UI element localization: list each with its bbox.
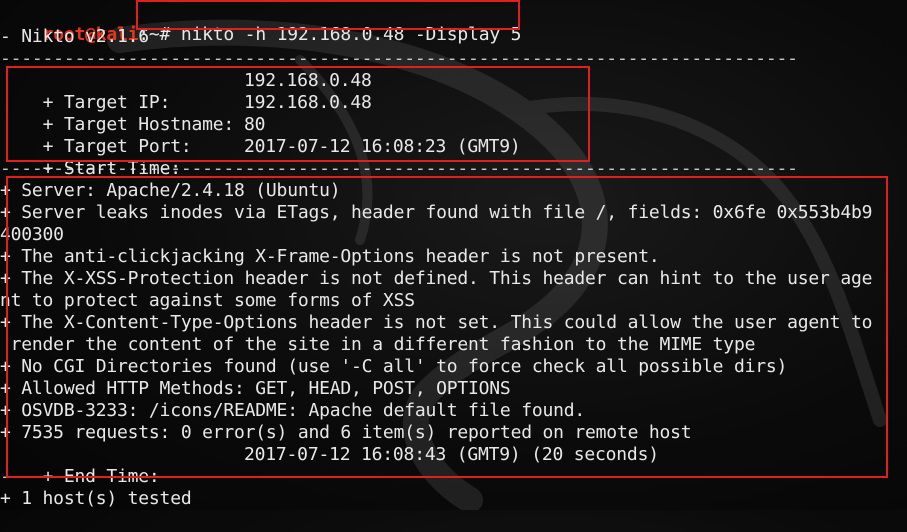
finding-line: 400300 (0, 224, 64, 245)
finding-line: + The X-Content-Type-Options header is n… (0, 312, 873, 333)
finding-line: nt to protect against some forms of XSS (0, 290, 415, 311)
finding-line: + OSVDB-3233: /icons/README: Apache defa… (0, 400, 586, 421)
start-time-row: + Start Time: 2017-07-12 16:08:23 (GMT9) (0, 136, 600, 179)
target-port-row: + Target Port: 80 (0, 114, 600, 157)
finding-line: + No CGI Directories found (use '-C all'… (0, 356, 788, 377)
separator-line: ----------------------------------------… (0, 466, 798, 487)
finding-line: + Allowed HTTP Methods: GET, HEAD, POST,… (0, 378, 511, 399)
end-time-value: 2017-07-12 16:08:43 (GMT9) (20 seconds) (244, 444, 659, 465)
prompt-line: root@kali:~# nikto -h 192.168.0.48 -Disp… (0, 2, 522, 45)
target-hostname-row: + Target Hostname: 192.168.0.48 (0, 92, 600, 135)
target-port-value: 80 (244, 114, 266, 135)
end-time-row: + End Time: 2017-07-12 16:08:43 (GMT9) (… (0, 444, 700, 487)
finding-line: + Server: Apache/2.4.18 (Ubuntu) (0, 180, 341, 201)
finding-line: render the content of the site in a diff… (0, 334, 756, 355)
separator-line: ----------------------------------------… (0, 158, 798, 179)
finding-line: + The X-XSS-Protection header is not def… (0, 268, 873, 289)
target-hostname-value: 192.168.0.48 (244, 92, 372, 113)
summary-line: + 1 host(s) tested (0, 488, 192, 509)
finding-line: + 7535 requests: 0 error(s) and 6 item(s… (0, 422, 692, 443)
start-time-value: 2017-07-12 16:08:23 (GMT9) (244, 136, 521, 157)
finding-line: + Server leaks inodes via ETags, header … (0, 202, 873, 223)
command-text[interactable]: nikto -h 192.168.0.48 -Display 5 (181, 24, 522, 45)
version-line: - Nikto v2.1.6 (0, 26, 149, 47)
target-ip-value: 192.168.0.48 (244, 70, 372, 91)
target-ip-row: + Target IP: 192.168.0.48 (0, 70, 600, 113)
finding-line: + The anti-clickjacking X-Frame-Options … (0, 246, 660, 267)
separator-line: ----------------------------------------… (0, 48, 798, 69)
